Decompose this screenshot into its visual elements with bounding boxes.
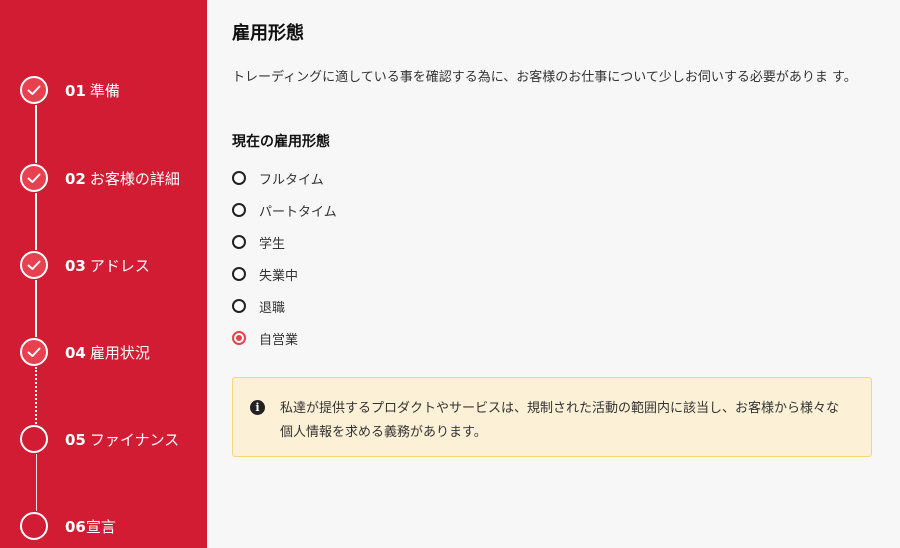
intro-text: トレーディングに適している事を確認する為に、お客様のお仕事について少しお伺いする… — [232, 70, 857, 85]
check-icon — [20, 76, 48, 104]
step-1[interactable]: 01 準備 — [20, 74, 120, 106]
radio-option-unemployed[interactable]: 失業中 — [232, 264, 298, 284]
radio-option-fulltime[interactable]: フルタイム — [232, 168, 324, 188]
page-title: 雇用形態 — [232, 23, 304, 44]
radio-option-self-employed[interactable]: 自営業 — [232, 328, 298, 348]
step-6[interactable]: 06宣言 — [20, 510, 116, 542]
step-label: 05 ファイナンス — [65, 430, 180, 449]
radio-label[interactable]: 失業中 — [259, 265, 298, 284]
check-icon — [20, 164, 48, 192]
radio-label[interactable]: 自営業 — [259, 329, 298, 348]
radio-label[interactable]: パートタイム — [259, 201, 337, 220]
info-notice: i 私達が提供するプロダクトやサービスは、規制された活動の範囲内に該当し、お客様… — [232, 377, 872, 457]
radio-option-retired[interactable]: 退職 — [232, 296, 285, 316]
step-connector — [35, 454, 37, 511]
step-4[interactable]: 04 雇用状況 — [20, 336, 150, 368]
step-label: 04 雇用状況 — [65, 343, 150, 362]
radio-button[interactable] — [232, 203, 246, 217]
step-5[interactable]: 05 ファイナンス — [20, 423, 179, 455]
radio-label[interactable]: フルタイム — [259, 169, 324, 188]
step-connector — [35, 105, 37, 163]
step-label: 06宣言 — [65, 517, 116, 536]
step-connector — [35, 193, 37, 250]
radio-option-parttime[interactable]: パートタイム — [232, 200, 337, 220]
radio-label[interactable]: 退職 — [259, 297, 285, 316]
step-3[interactable]: 03 アドレス — [20, 249, 150, 281]
radio-button[interactable] — [232, 171, 246, 185]
check-icon — [20, 338, 48, 366]
check-icon — [20, 251, 48, 279]
step-connector — [35, 280, 37, 337]
radio-option-student[interactable]: 学生 — [232, 232, 285, 252]
step-label: 01 準備 — [65, 81, 120, 100]
empty-step-circle-icon — [20, 512, 48, 540]
step-label: 03 アドレス — [65, 256, 150, 275]
radio-label[interactable]: 学生 — [259, 233, 285, 252]
radio-button[interactable] — [232, 235, 246, 249]
step-label: 02 お客様の詳細 — [65, 169, 180, 188]
step-2[interactable]: 02 お客様の詳細 — [20, 162, 180, 194]
progress-sidebar: 01 準備 02 お客様の詳細 03 アドレス 04 雇用状況 05 ファイナンス 06宣… — [0, 0, 207, 548]
question-heading: 現在の雇用形態 — [232, 134, 330, 150]
empty-step-circle-icon — [20, 425, 48, 453]
notice-text: 私達が提供するプロダクトやサービスは、規制された活動の範囲内に該当し、お客様から… — [280, 401, 840, 440]
step-connector — [35, 367, 37, 424]
info-icon: i — [250, 400, 265, 415]
radio-button[interactable] — [232, 299, 246, 313]
radio-button-selected[interactable] — [232, 331, 246, 345]
radio-button[interactable] — [232, 267, 246, 281]
